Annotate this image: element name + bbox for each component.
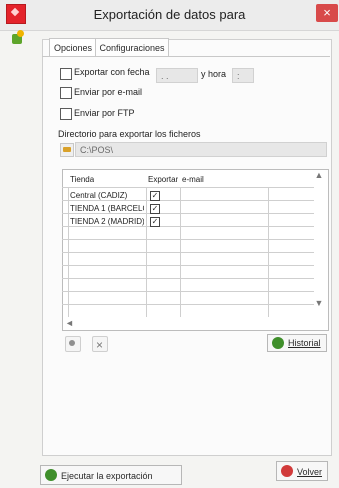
- send-ftp-label: Enviar por FTP: [74, 108, 135, 118]
- table-row-store[interactable]: TIENDA 2 (MADRID): [70, 217, 144, 226]
- table-column-divider: [268, 188, 269, 317]
- table-column-divider: [180, 188, 181, 317]
- window-title: Exportación de datos para: [93, 7, 246, 22]
- table-row-divider: [62, 252, 314, 253]
- directory-field[interactable]: C:\POS\: [75, 142, 327, 157]
- row-export-checkbox[interactable]: ✓: [150, 217, 160, 227]
- scroll-down-icon[interactable]: ▼: [314, 298, 324, 308]
- table-header-store: Tienda: [70, 175, 95, 184]
- export-with-date-label: Exportar con fecha: [74, 67, 150, 77]
- back-icon: [281, 465, 293, 477]
- row-export-checkbox[interactable]: ✓: [150, 204, 160, 214]
- tab-opciones[interactable]: Opciones: [49, 38, 97, 57]
- execute-export-button[interactable]: Ejecutar la exportación: [40, 465, 182, 485]
- execute-label: Ejecutar la exportación: [61, 471, 153, 481]
- tab-configuraciones[interactable]: Configuraciones: [95, 38, 169, 57]
- table-row-divider: [62, 304, 314, 305]
- table-row-store[interactable]: Central (CADIZ): [70, 191, 144, 200]
- history-label: Historial: [288, 338, 321, 348]
- scroll-up-icon[interactable]: ▲: [314, 170, 324, 180]
- record-dot-icon: [69, 340, 75, 346]
- execute-icon: [45, 469, 57, 481]
- table-header-email: e-mail: [182, 175, 204, 184]
- scroll-left-icon[interactable]: ◄: [65, 318, 75, 328]
- table-row-divider: [62, 226, 314, 227]
- table-header-export: Exportar: [148, 175, 179, 184]
- row-export-checkbox[interactable]: ✓: [150, 191, 160, 201]
- export-with-date-checkbox[interactable]: [60, 68, 72, 80]
- back-label: Volver: [297, 467, 323, 477]
- table-column-divider: [68, 188, 69, 317]
- table-row-divider: [62, 265, 314, 266]
- send-email-checkbox[interactable]: [60, 87, 72, 99]
- table-row-store[interactable]: TIENDA 1 (BARCELO: [70, 204, 144, 213]
- table-row-divider: [62, 213, 314, 214]
- table-row-divider: [62, 239, 314, 240]
- tab-divider: [42, 56, 330, 57]
- table-column-divider: [146, 188, 147, 317]
- folder-icon[interactable]: [60, 143, 74, 157]
- table-row-divider: [62, 291, 314, 292]
- table-row-divider: [62, 200, 314, 201]
- side-icon-dot: [17, 30, 24, 37]
- table-row-divider: [62, 278, 314, 279]
- history-icon: [272, 337, 284, 349]
- date-field[interactable]: . .: [156, 68, 198, 83]
- time-label: y hora: [201, 69, 227, 79]
- send-ftp-checkbox[interactable]: [60, 108, 72, 120]
- time-field[interactable]: :: [232, 68, 254, 83]
- send-email-label: Enviar por e-mail: [74, 87, 143, 97]
- close-x-icon: ×: [96, 338, 104, 352]
- table-header-divider: [62, 187, 314, 188]
- close-button[interactable]: ×: [316, 4, 338, 22]
- directory-label: Directorio para exportar los ficheros: [58, 129, 201, 139]
